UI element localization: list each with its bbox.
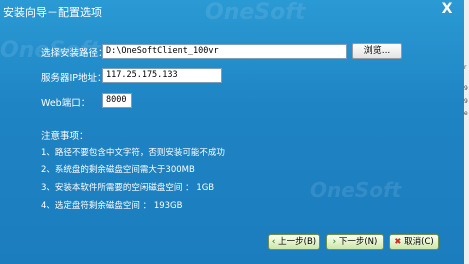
web-port-input[interactable]: 8000	[102, 93, 132, 108]
background-text: 9	[464, 85, 468, 92]
cancel-button-label: 取消(C)	[404, 237, 434, 247]
background-text: r	[464, 64, 467, 71]
note-item: 4、选定盘符剩余磁盘空间 ： 193GB	[41, 201, 183, 211]
server-ip-label: 服务器IP地址：	[41, 73, 107, 84]
window-title: 安装向导－配置选项	[3, 6, 102, 19]
install-path-label: 选择安装路径：	[41, 48, 108, 59]
note-item: 3、安装本软件所需要的空闲磁盘空间 ： 1GB	[41, 183, 215, 193]
background-text: 9	[464, 98, 468, 105]
back-button-label: 上一步(B)	[278, 237, 317, 247]
install-path-input[interactable]: D:\OneSoftClient_100vr	[102, 44, 347, 59]
watermark-logo: OneSoft	[310, 178, 402, 202]
cancel-button[interactable]: ✖ 取消(C)	[389, 234, 439, 250]
browse-button[interactable]: 浏览...	[352, 43, 402, 59]
back-arrow-icon: ‹	[271, 237, 276, 247]
installer-dialog: OneSoft OneSoft OneSoft 安装向导－配置选项 X 选择安装…	[0, 0, 464, 264]
next-button-label: 下一步(N)	[338, 237, 378, 247]
back-button[interactable]: ‹ 上一步(B)	[268, 234, 320, 250]
note-item: 2、系统盘的剩余磁盘空间需大于300MB	[41, 165, 195, 175]
server-ip-input[interactable]: 117.25.175.133	[102, 68, 222, 83]
next-button[interactable]: › 下一步(N)	[326, 234, 384, 250]
title-bar: 安装向导－配置选项 X	[0, 0, 464, 24]
background-window-edge	[464, 0, 469, 264]
close-button[interactable]: X	[433, 0, 461, 18]
note-item: 1、路径不要包含中文字符，否则安装可能不成功	[41, 148, 225, 158]
background-text: e	[464, 110, 468, 117]
web-port-label: Web端口：	[41, 98, 91, 109]
notes-title: 注意事项：	[41, 131, 89, 142]
next-arrow-icon: ›	[332, 237, 337, 247]
cancel-x-icon: ✖	[394, 237, 402, 247]
